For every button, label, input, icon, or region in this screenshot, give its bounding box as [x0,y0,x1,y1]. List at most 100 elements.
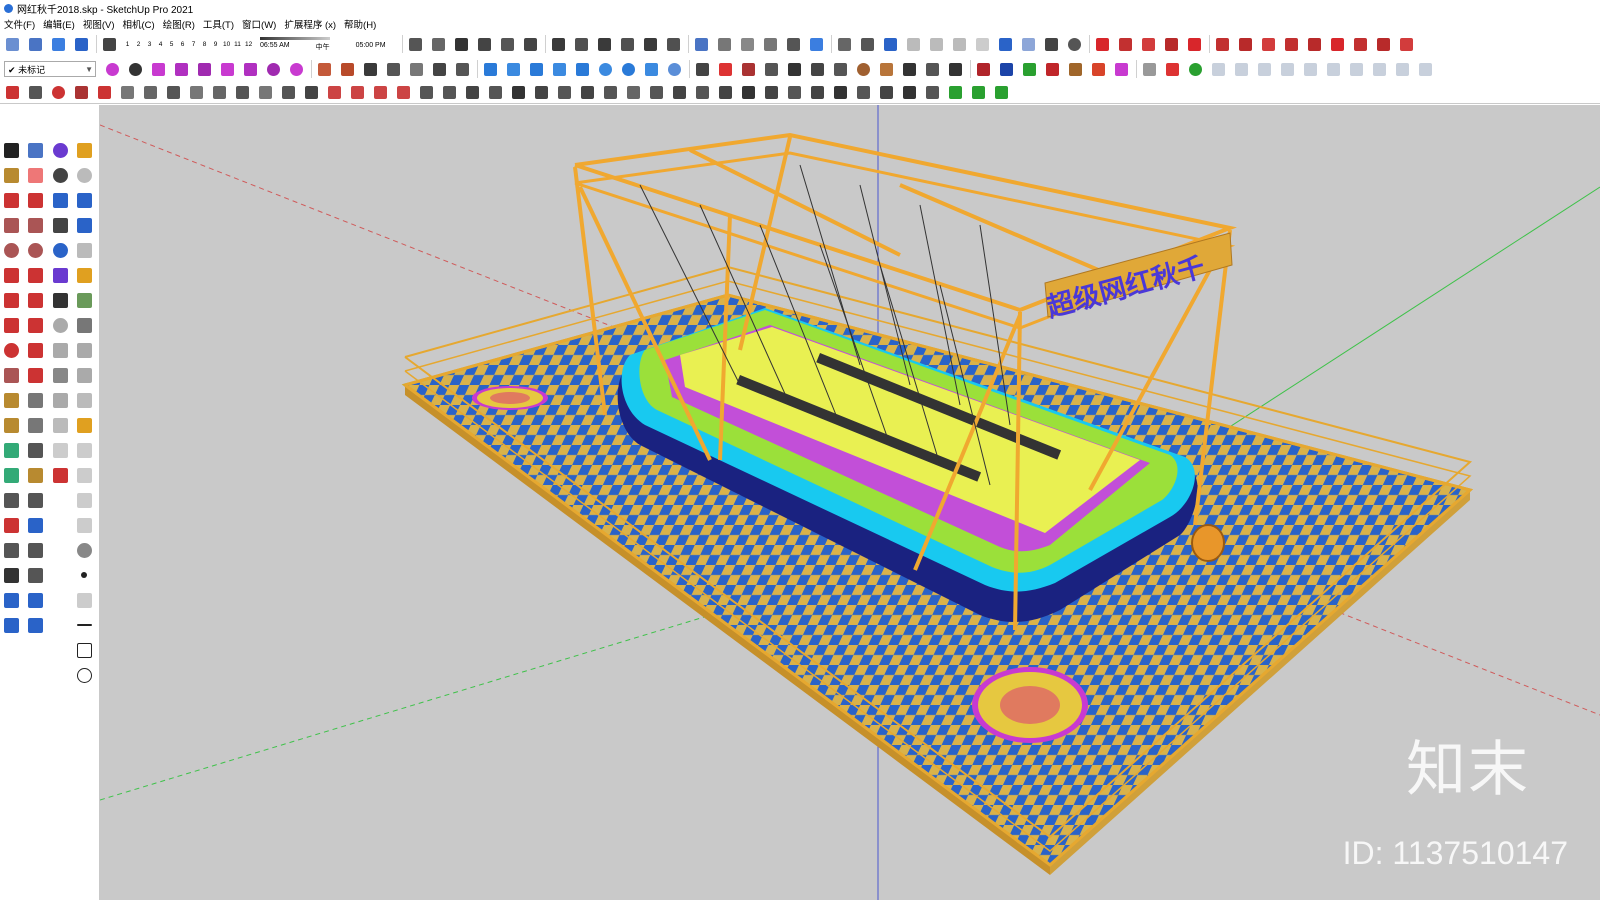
plugin-red-2-icon[interactable] [1140,36,1157,53]
small-6-icon[interactable] [1325,61,1342,78]
photo-icon[interactable] [947,61,964,78]
tool-r3-34-icon[interactable] [763,84,780,101]
camera-4-icon[interactable] [49,364,71,386]
gem-1-icon[interactable] [975,61,992,78]
sandbox-icon[interactable] [693,36,710,53]
three-point-arc-icon[interactable] [24,289,46,311]
tool-r3-44-icon[interactable] [993,84,1010,101]
arc-icon[interactable] [763,61,780,78]
list-3-icon[interactable] [73,489,95,511]
info-icon[interactable] [73,414,95,436]
p-plugin-icon[interactable] [49,139,71,161]
plugin-red-8-icon[interactable] [1283,36,1300,53]
minus-icon[interactable] [73,614,95,636]
tool-r3-17-icon[interactable] [372,84,389,101]
tool-r3-12-icon[interactable] [257,84,274,101]
top-view-icon[interactable] [73,36,90,53]
time-track[interactable] [260,36,330,40]
cloud-1-icon[interactable] [482,61,499,78]
tool-r3-37-icon[interactable] [832,84,849,101]
material-4-icon[interactable] [385,61,402,78]
3d-text-icon[interactable] [24,439,46,461]
open-icon[interactable] [859,36,876,53]
previous-view-icon[interactable] [24,514,46,536]
triangle-icon[interactable] [49,439,71,461]
axes-tool-icon[interactable] [0,439,22,461]
plugin-red-4-icon[interactable] [1186,36,1203,53]
menu-window[interactable]: 窗口(W) [240,17,282,31]
su-app-icon[interactable] [1094,36,1111,53]
camera-3-icon[interactable] [49,339,71,361]
walk-tool-icon[interactable] [0,564,22,586]
zoom-tool-icon[interactable] [0,489,22,511]
warehouse-icon[interactable] [407,36,424,53]
section-fill-icon[interactable] [24,589,46,611]
plugin-red-6-icon[interactable] [1237,36,1254,53]
erase-icon[interactable] [974,36,991,53]
tool-r3-1-icon[interactable] [4,84,21,101]
gem-4-icon[interactable] [1044,61,1061,78]
gem-2-icon[interactable] [998,61,1015,78]
gem-7-icon[interactable] [1113,61,1130,78]
dimension-icon[interactable] [24,389,46,411]
tool-r3-20-icon[interactable] [441,84,458,101]
stamp-icon[interactable] [739,36,756,53]
gear-2-icon[interactable] [49,264,71,286]
rotate-tool-icon[interactable] [0,339,22,361]
gear-icon[interactable] [643,61,660,78]
tag-dropdown[interactable]: ✔ 未标记 ▼ [4,61,96,77]
cut-icon[interactable] [905,36,922,53]
solid-split-icon[interactable] [642,36,659,53]
refresh-2-icon[interactable] [73,164,95,186]
target-icon[interactable] [49,164,71,186]
move-view-icon[interactable] [4,36,21,53]
small-8-icon[interactable] [1371,61,1388,78]
house-icon[interactable] [476,36,493,53]
tool-r3-14-icon[interactable] [303,84,320,101]
chrome-icon[interactable] [666,61,683,78]
section-display-icon[interactable] [0,614,22,636]
iso-view-icon[interactable] [50,36,67,53]
square-icon[interactable] [73,639,95,661]
list-icon[interactable] [73,439,95,461]
clock-icon[interactable] [49,239,71,261]
shield-icon[interactable] [1141,61,1158,78]
material-3-icon[interactable] [362,61,379,78]
redo-icon[interactable] [1020,36,1037,53]
component-tool-icon[interactable] [24,139,46,161]
tree-icon[interactable] [73,289,95,311]
tool-r3-28-icon[interactable] [625,84,642,101]
angle-icon[interactable] [809,61,826,78]
look-around-icon[interactable] [24,539,46,561]
menu-help[interactable]: 帮助(H) [342,17,382,31]
tool-r3-41-icon[interactable] [924,84,941,101]
small-1-icon[interactable] [1210,61,1227,78]
tool-r3-32-icon[interactable] [717,84,734,101]
zoom-window-icon[interactable] [24,489,46,511]
curve-7-icon[interactable] [288,61,305,78]
tool-r3-40-icon[interactable] [901,84,918,101]
move-tool-icon[interactable] [0,314,22,336]
material-2-icon[interactable] [339,61,356,78]
outer-shell-icon[interactable] [665,36,682,53]
plugin-red-12-icon[interactable] [1375,36,1392,53]
tool-r3-6-icon[interactable] [119,84,136,101]
tool-r3-18-icon[interactable] [395,84,412,101]
plugin-red-7-icon[interactable] [1260,36,1277,53]
curve-4-icon[interactable] [219,61,236,78]
leaf-icon[interactable] [1187,61,1204,78]
material-7-icon[interactable] [454,61,471,78]
eraser-icon[interactable] [24,164,46,186]
box-icon[interactable] [924,61,941,78]
component-icon[interactable] [430,36,447,53]
text-tool-icon[interactable] [24,414,46,436]
small-5-icon[interactable] [1302,61,1319,78]
shadow-toggle-icon[interactable] [101,36,118,53]
tool-r3-10-icon[interactable] [211,84,228,101]
small-3-icon[interactable] [1256,61,1273,78]
shadow-settings[interactable]: 1 2 3 4 5 6 7 8 9 10 11 12 06:55 AM 中午 0… [124,36,394,52]
shapes-icon[interactable] [1164,61,1181,78]
tool-r3-3-icon[interactable] [50,84,67,101]
transfer-icon[interactable] [73,189,95,211]
tool-r3-5-icon[interactable] [96,84,113,101]
